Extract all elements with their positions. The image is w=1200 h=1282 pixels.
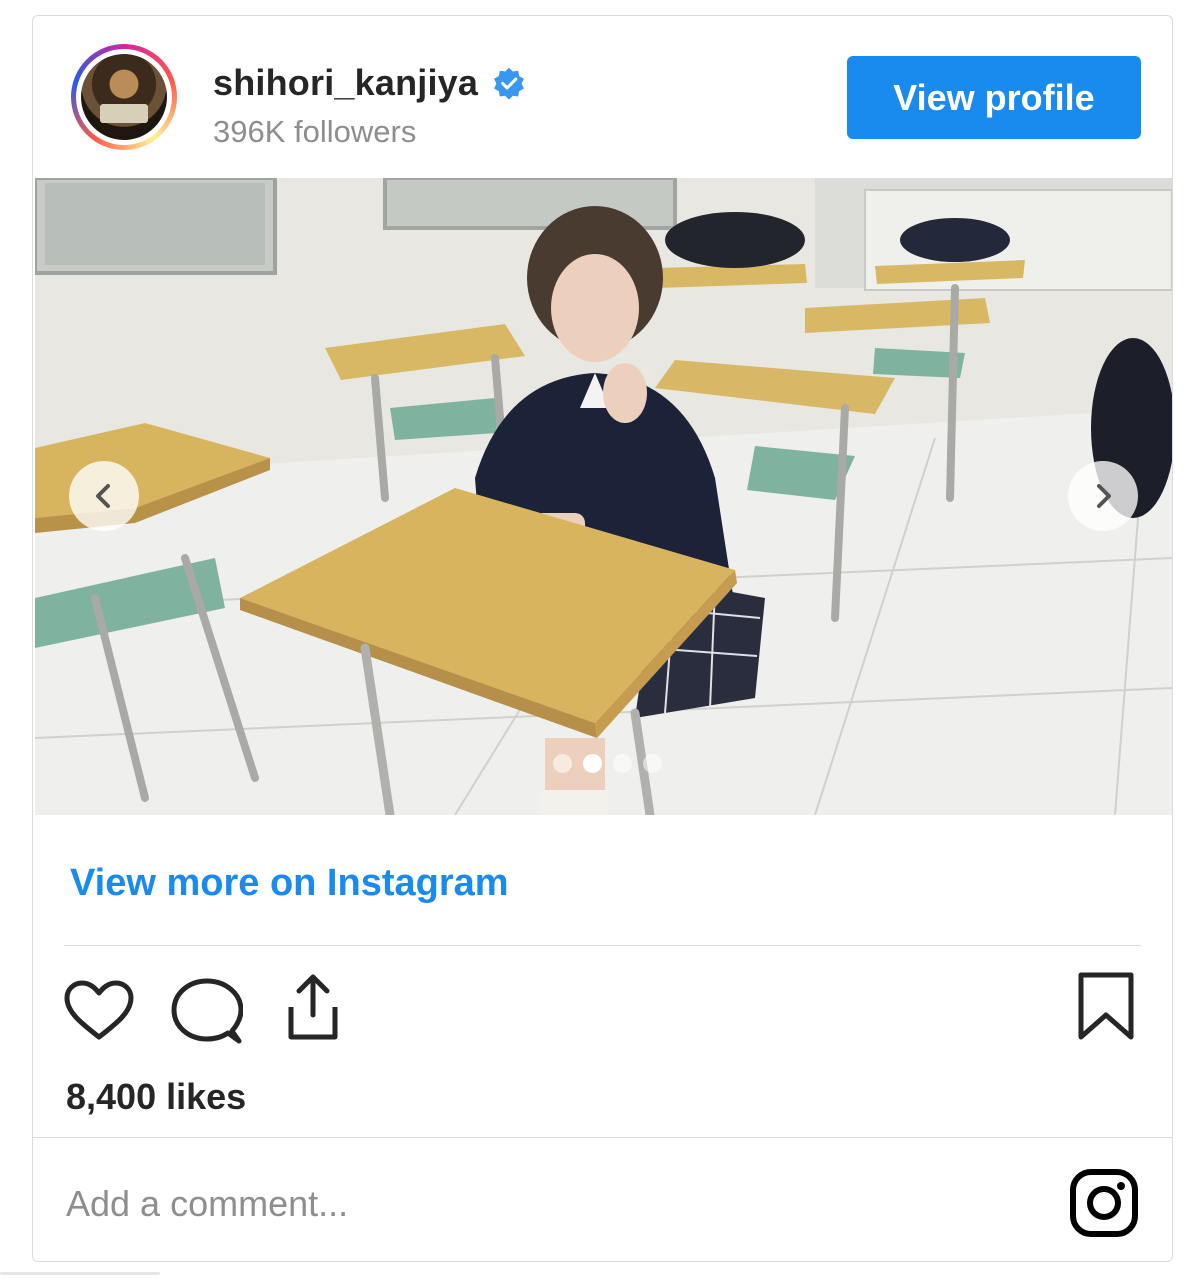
carousel-dot-active[interactable] [583,754,602,773]
carousel-dot[interactable] [613,754,632,773]
post-actions-bar [63,971,1138,1051]
username[interactable]: shihori_kanjiya [213,62,478,104]
avatar [81,54,167,140]
like-count: 8,400 likes [66,1076,247,1117]
divider [33,1137,1172,1138]
view-more-on-instagram-link[interactable]: View more on Instagram [70,862,509,905]
page-edge [0,1272,160,1275]
carousel-dot[interactable] [643,754,662,773]
instagram-logo-icon[interactable] [1069,1168,1139,1238]
bookmark-icon[interactable] [1075,971,1137,1043]
avatar-story-ring[interactable] [71,44,177,150]
view-profile-button[interactable]: View profile [847,56,1141,139]
share-upload-icon[interactable] [277,971,349,1043]
previous-slide-button[interactable] [69,461,139,531]
carousel-indicator [553,754,662,773]
post-photo [35,178,1172,815]
verified-badge-icon [494,67,525,100]
carousel-dot[interactable] [553,754,572,773]
heart-icon[interactable] [63,979,135,1041]
post-header: shihori_kanjiya 396K followers View prof… [33,16,1172,178]
post-photo-carousel[interactable] [35,178,1172,815]
next-slide-button[interactable] [1068,461,1138,531]
chevron-right-icon [1097,484,1111,508]
comment-bubble-icon[interactable] [171,977,243,1047]
follower-count: 396K followers [213,114,417,149]
user-block: shihori_kanjiya 396K followers [213,62,526,150]
add-comment-input[interactable] [66,1176,966,1232]
instagram-embed-card: shihori_kanjiya 396K followers View prof… [32,15,1173,1262]
divider [64,945,1141,946]
chevron-left-icon [96,484,110,508]
